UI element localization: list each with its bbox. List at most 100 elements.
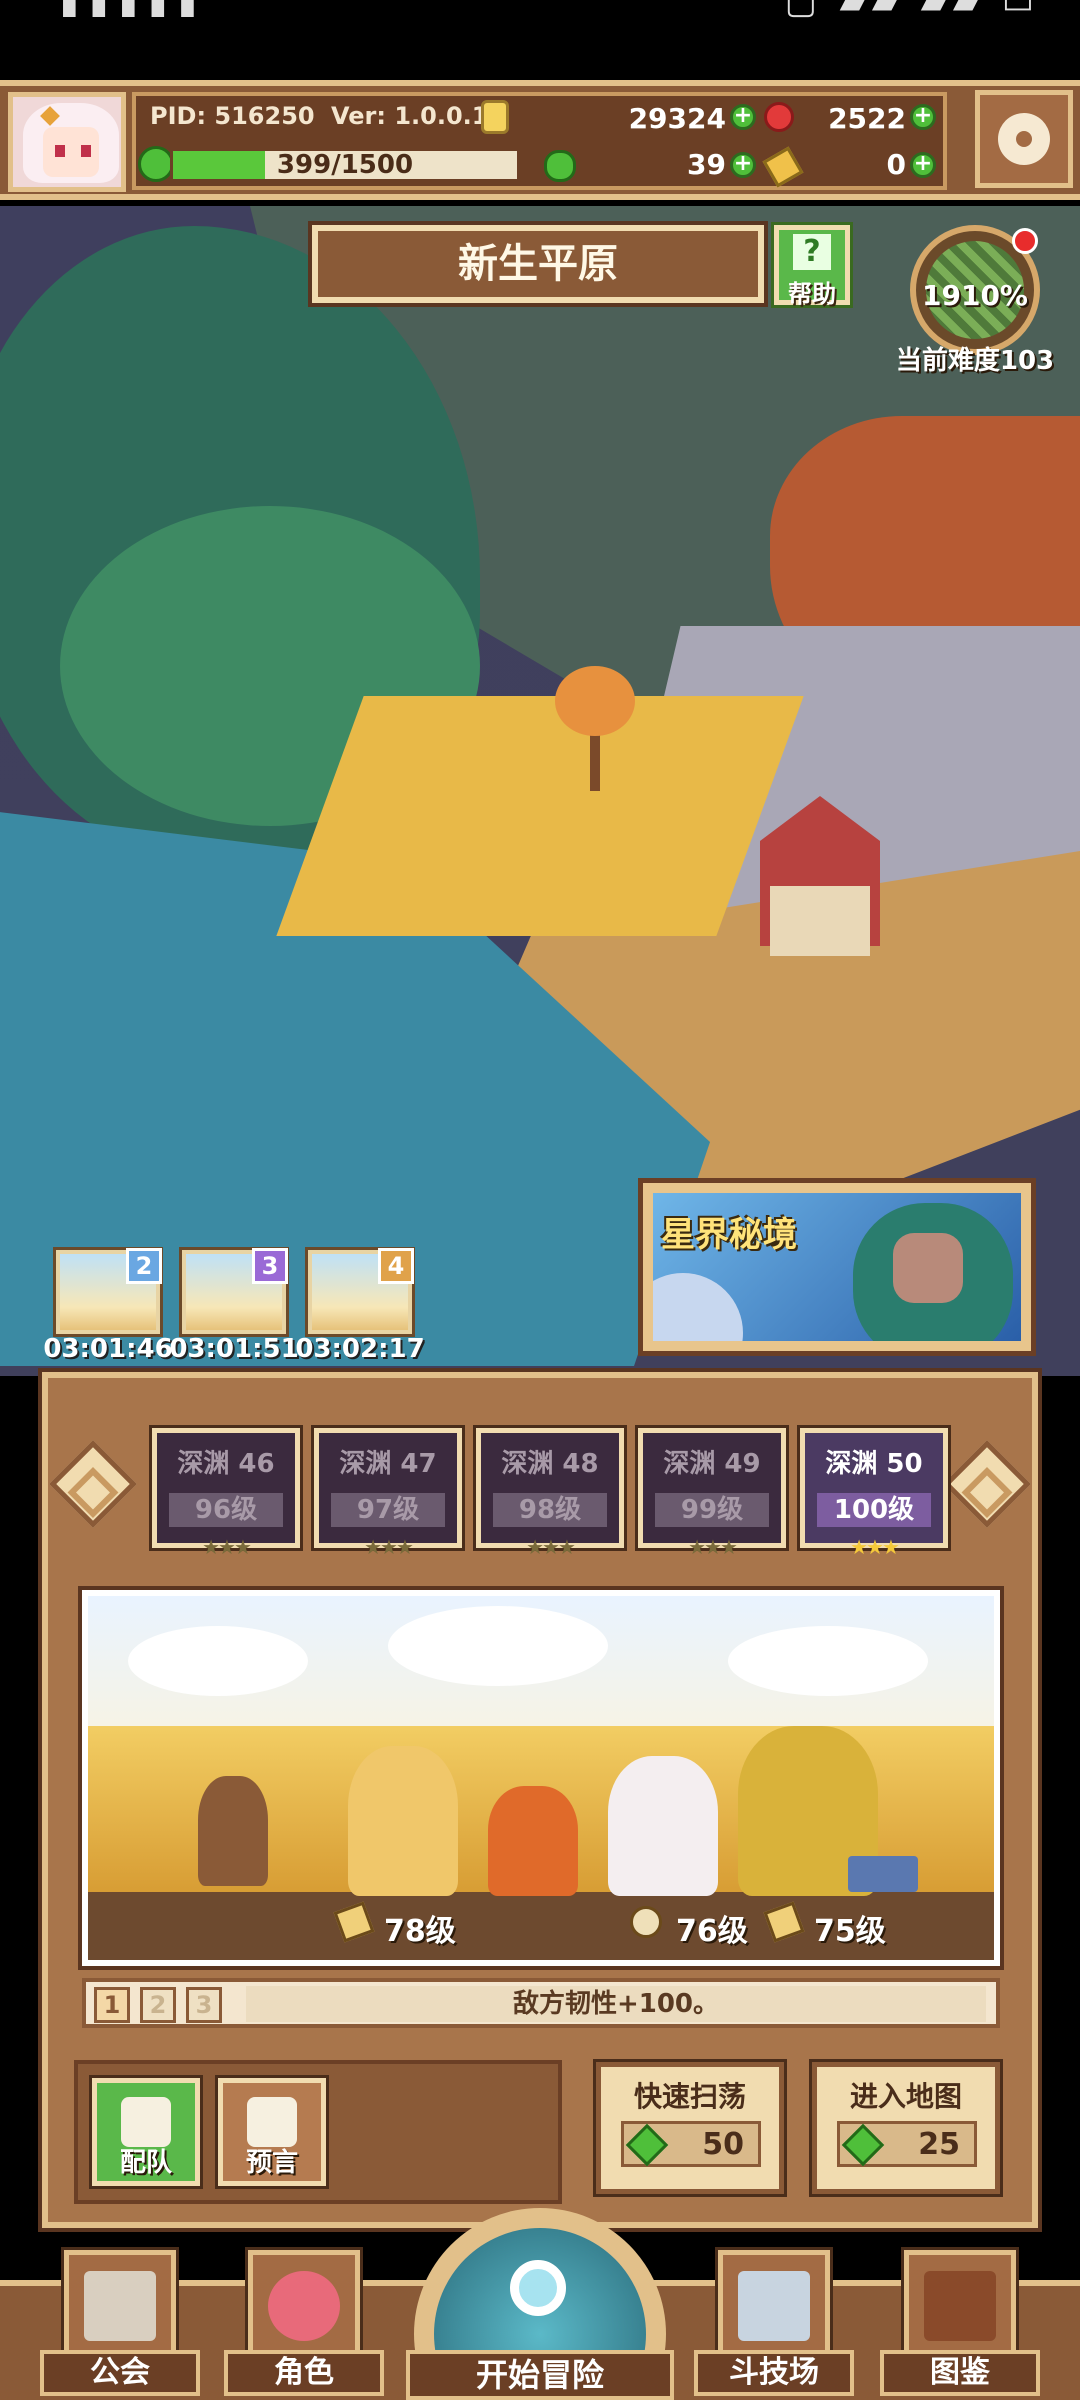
star-realm-button[interactable]: 星界秘境 bbox=[638, 1178, 1036, 1356]
nav-arena-label: 斗技场 bbox=[694, 2350, 854, 2396]
settings-button[interactable] bbox=[975, 90, 1073, 188]
nav-character[interactable]: 角色 bbox=[224, 2250, 384, 2400]
chest-level-badge: 4 bbox=[378, 1248, 414, 1284]
stage-stars: ★★★ bbox=[202, 1535, 252, 1559]
chest-level-badge: 2 bbox=[126, 1248, 162, 1284]
enter-cost-value: 25 bbox=[918, 2127, 960, 2162]
stage-panel: 深渊 46 96级 ★★★ 深渊 47 97级 ★★★ 深渊 48 98级 ★★… bbox=[42, 1372, 1038, 2228]
map-tree-trunk bbox=[590, 731, 600, 791]
enemy-sprite bbox=[348, 1746, 458, 1896]
sweep-cost-value: 50 bbox=[702, 2127, 744, 2162]
nav-character-label: 角色 bbox=[224, 2350, 384, 2396]
guild-hall-icon bbox=[84, 2271, 156, 2341]
chest-timer: 03:01:46 bbox=[43, 1334, 173, 1364]
quick-sweep-button[interactable]: 快速扫荡 50 bbox=[596, 2062, 784, 2194]
prophecy-button[interactable]: 预言 bbox=[218, 2078, 326, 2186]
question-icon: ? bbox=[793, 234, 831, 270]
stage-name: 深渊 46 bbox=[177, 1449, 275, 1479]
chest-slot[interactable]: 3 bbox=[182, 1248, 288, 1334]
stage-card-selected[interactable]: 深渊 50 100级 ★★★ bbox=[800, 1428, 948, 1559]
enemy-sprite bbox=[488, 1786, 578, 1896]
chest-slot[interactable]: 4 bbox=[308, 1248, 414, 1334]
map-title-banner: 新生平原 bbox=[312, 225, 764, 303]
avatar-eye bbox=[81, 145, 91, 157]
buff-tab-1[interactable]: 1 bbox=[94, 1987, 130, 2023]
enter-cost: 25 bbox=[837, 2121, 977, 2167]
stage-level: 100级 bbox=[817, 1493, 931, 1527]
nav-codex[interactable]: 图鉴 bbox=[880, 2250, 1040, 2400]
prophecy-icon bbox=[247, 2097, 297, 2147]
nav-guild[interactable]: 公会 bbox=[40, 2250, 200, 2400]
clover-icon bbox=[544, 150, 576, 182]
chest-timer: 03:01:51 bbox=[169, 1334, 299, 1364]
gold-coin-icon bbox=[481, 100, 509, 134]
team-label: 配队 bbox=[119, 2148, 172, 2178]
player-info-panel: PID: 516250 Ver: 1.0.0.10 29324 + 2522 +… bbox=[132, 92, 947, 190]
map-golden-plain bbox=[276, 696, 804, 936]
add-ticket-button[interactable]: + bbox=[910, 152, 936, 178]
ticket-amount: 0 bbox=[886, 148, 906, 181]
team-icon bbox=[121, 2097, 171, 2147]
add-gold-button[interactable]: + bbox=[730, 104, 756, 130]
cloud-art bbox=[128, 1626, 308, 1696]
buff-tab-3[interactable]: 3 bbox=[186, 1987, 222, 2023]
stage-stars: ★★★ bbox=[688, 1535, 738, 1559]
ticket-icon bbox=[762, 146, 804, 188]
defense-type-icon bbox=[630, 1906, 662, 1938]
stage-name: 深渊 47 bbox=[339, 1449, 437, 1479]
next-stage-arrow[interactable] bbox=[943, 1440, 1031, 1528]
stage-card[interactable]: 深渊 47 97级 ★★★ bbox=[314, 1428, 462, 1559]
nav-arena[interactable]: 斗技场 bbox=[694, 2250, 854, 2400]
prev-stage-arrow[interactable] bbox=[49, 1440, 137, 1528]
start-adventure-button[interactable]: 开始冒险 bbox=[406, 2208, 674, 2400]
buff-description: 敌方韧性+100。 bbox=[246, 1986, 986, 2022]
top-hud: PID: 516250 Ver: 1.0.0.10 29324 + 2522 +… bbox=[0, 80, 1080, 200]
map-orange-tree bbox=[555, 666, 635, 736]
chest-slot[interactable]: 2 bbox=[56, 1248, 162, 1334]
nav-codex-label: 图鉴 bbox=[880, 2350, 1040, 2396]
player-avatar[interactable] bbox=[8, 92, 126, 192]
stage-card[interactable]: 深渊 46 96级 ★★★ bbox=[152, 1428, 300, 1559]
stage-card[interactable]: 深渊 49 99级 ★★★ bbox=[638, 1428, 786, 1559]
cloud-art bbox=[728, 1626, 928, 1696]
stage-level: 96级 bbox=[169, 1493, 283, 1527]
enter-map-label: 进入地图 bbox=[849, 2080, 962, 2113]
chest-level-badge: 3 bbox=[252, 1248, 288, 1284]
ruby-amount: 2522 bbox=[828, 102, 906, 135]
stamina-bar: 399/1500 bbox=[170, 148, 520, 182]
enemy-preview: 78级 76级 75级 bbox=[82, 1590, 1000, 1966]
nav-guild-label: 公会 bbox=[40, 2350, 200, 2396]
barrel-art bbox=[198, 1776, 268, 1886]
buff-tab-2[interactable]: 2 bbox=[140, 1987, 176, 2023]
book-icon bbox=[924, 2271, 996, 2341]
nav-frame bbox=[904, 2250, 1016, 2360]
prophecy-label: 预言 bbox=[245, 2148, 298, 2178]
stamina-gem-icon bbox=[841, 2123, 885, 2167]
add-clover-button[interactable]: + bbox=[730, 152, 756, 178]
map-house-wall bbox=[770, 886, 870, 956]
enemy-level: 78级 bbox=[384, 1914, 456, 1949]
difficulty-label: 当前难度103 bbox=[895, 346, 1055, 376]
help-button[interactable]: ? 帮助 bbox=[774, 225, 850, 308]
game-version: Ver: 1.0.0.10 bbox=[331, 102, 506, 130]
nav-frame bbox=[64, 2250, 176, 2360]
stage-stars: ★★★ bbox=[850, 1535, 900, 1559]
add-ruby-button[interactable]: + bbox=[910, 104, 936, 130]
stage-card[interactable]: 深渊 48 98级 ★★★ bbox=[476, 1428, 624, 1559]
buff-bar: 1 2 3 敌方韧性+100。 bbox=[82, 1978, 1000, 2028]
stage-name: 深渊 48 bbox=[501, 1449, 599, 1479]
avatar-eye bbox=[55, 145, 65, 157]
notification-dot bbox=[1012, 228, 1038, 254]
sweep-cost: 50 bbox=[621, 2121, 761, 2167]
gold-amount: 29324 bbox=[628, 102, 726, 135]
stamina-icon bbox=[138, 146, 174, 182]
star-realm-title: 星界秘境 bbox=[661, 1215, 797, 1255]
character-icon bbox=[268, 2271, 340, 2341]
nav-frame bbox=[248, 2250, 360, 2360]
status-icons: ▢ ▰▰ ▰▰ ▭ bbox=[784, 0, 1040, 22]
enter-map-button[interactable]: 进入地图 25 bbox=[812, 2062, 1000, 2194]
ruby-gem-icon bbox=[764, 102, 794, 132]
stage-stars: ★★★ bbox=[364, 1535, 414, 1559]
enemy-level: 76级 bbox=[676, 1914, 748, 1949]
team-button[interactable]: 配队 bbox=[92, 2078, 200, 2186]
